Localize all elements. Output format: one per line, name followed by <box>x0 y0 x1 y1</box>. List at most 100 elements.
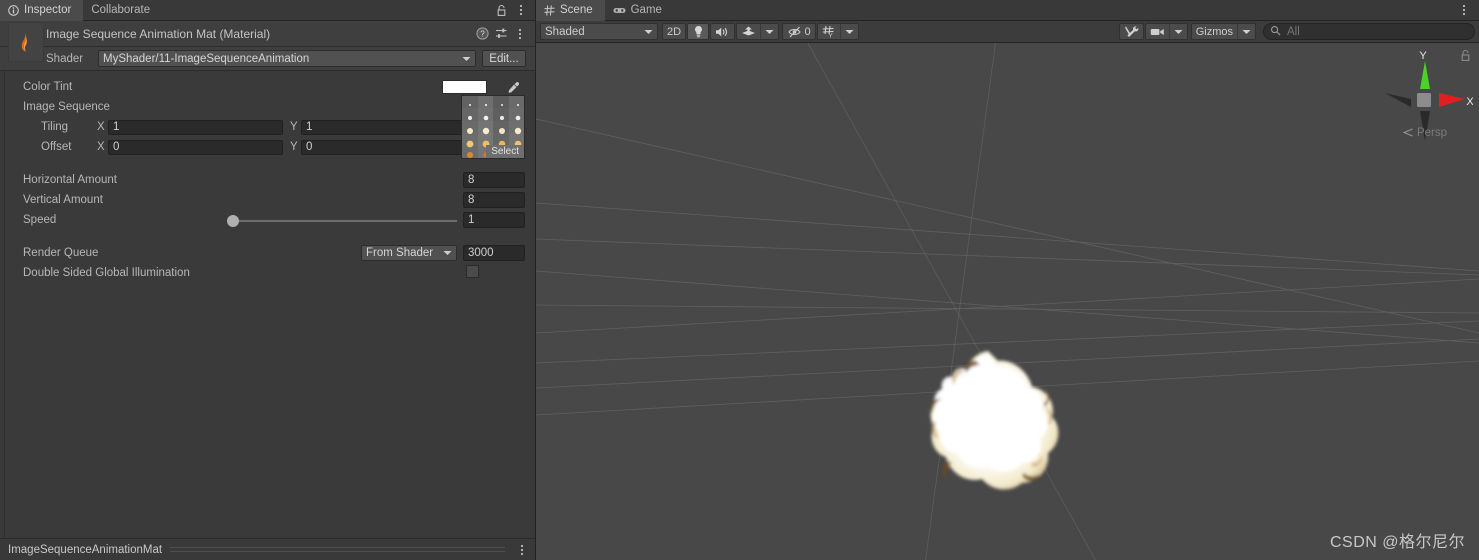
gamepad-icon <box>613 6 626 15</box>
chevron-down-icon[interactable] <box>1168 24 1187 39</box>
tab-game[interactable]: Game <box>605 0 674 20</box>
material-properties: Color Tint Image Sequence Select Tiling … <box>4 71 531 538</box>
offset-row: Offset X 0 Y 0 <box>5 137 531 157</box>
lightbulb-icon[interactable] <box>687 23 710 40</box>
shader-dropdown[interactable]: MyShader/11-ImageSequenceAnimation <box>98 50 476 67</box>
color-tint-label: Color Tint <box>23 81 73 93</box>
color-tint-row: Color Tint <box>5 77 531 97</box>
image-sequence-label: Image Sequence <box>23 101 110 113</box>
svg-text:Y: Y <box>828 32 833 38</box>
vertical-amount-input[interactable]: 8 <box>463 192 525 208</box>
more-menu-icon[interactable] <box>513 541 531 559</box>
tab-collaborate[interactable]: Collaborate <box>83 0 162 20</box>
offset-x-input[interactable]: 0 <box>108 139 283 155</box>
tab-inspector[interactable]: Inspector <box>0 0 84 21</box>
material-header-actions: ? <box>473 25 535 43</box>
material-header: Image Sequence Animation Mat (Material) … <box>0 21 535 47</box>
eye-off-icon <box>787 26 801 37</box>
grid-axis-icon[interactable]: Y <box>818 24 840 39</box>
watermark-text: CSDN @格尔尼尔 <box>1329 534 1465 551</box>
tools-icon[interactable] <box>1118 23 1144 40</box>
speed-slider-handle[interactable] <box>227 215 239 227</box>
shader-row: Shader MyShader/11-ImageSequenceAnimatio… <box>0 47 535 71</box>
offset-y-input[interactable]: 0 <box>301 139 476 155</box>
search-input[interactable] <box>1285 24 1455 39</box>
scene-search-field[interactable] <box>1263 23 1475 40</box>
chevron-down-icon[interactable] <box>840 24 858 39</box>
inspector-tabbar-actions <box>492 0 535 20</box>
preset-icon[interactable] <box>492 25 510 43</box>
chevron-down-icon <box>443 247 452 259</box>
chevron-down-icon <box>462 53 471 65</box>
grid-icon <box>544 4 555 16</box>
tab-game-label: Game <box>630 4 662 16</box>
chevron-down-icon[interactable] <box>1237 24 1255 39</box>
color-tint-swatch[interactable] <box>442 80 487 94</box>
tiling-y-input[interactable]: 1 <box>301 119 476 135</box>
toggle-2d-button[interactable]: 2D <box>662 23 687 40</box>
draw-mode-value: Shaded <box>545 25 585 38</box>
shader-label: Shader <box>46 52 84 65</box>
gizmo-axis-x-label: X <box>1466 96 1473 108</box>
edit-shader-button[interactable]: Edit... <box>482 50 526 67</box>
more-menu-icon[interactable] <box>512 1 530 19</box>
gizmo-center-cube <box>1417 93 1431 107</box>
tab-scene[interactable]: Scene <box>536 0 605 21</box>
chevron-down-icon[interactable] <box>760 24 778 39</box>
explosion-sprite <box>930 351 1059 490</box>
tiling-x-input[interactable]: 1 <box>108 119 283 135</box>
asset-divider <box>170 547 505 552</box>
lock-icon[interactable] <box>492 1 510 19</box>
double-sided-gi-checkbox[interactable] <box>466 265 479 278</box>
gizmos-label[interactable]: Gizmos <box>1192 24 1237 39</box>
horizontal-amount-input[interactable]: 8 <box>463 172 525 188</box>
scene-tabbar-actions <box>1455 0 1479 20</box>
tab-scene-label: Scene <box>560 4 593 16</box>
more-menu-icon[interactable] <box>1455 1 1473 19</box>
speed-row: Speed 1 <box>5 210 531 230</box>
asset-name-label: ImageSequenceAnimationMat <box>8 543 163 556</box>
more-menu-icon[interactable] <box>511 25 529 43</box>
render-queue-mode-value: From Shader <box>366 247 434 259</box>
speed-label: Speed <box>23 214 57 226</box>
eyedropper-icon[interactable] <box>503 79 523 95</box>
draw-mode-dropdown[interactable]: Shaded <box>540 23 658 40</box>
camera-icon[interactable] <box>1146 24 1169 39</box>
image-sequence-row: Image Sequence <box>5 97 531 117</box>
hidden-objects-button[interactable]: 0 <box>782 23 817 40</box>
info-icon <box>8 4 19 16</box>
gizmos-group[interactable]: Gizmos <box>1190 23 1256 40</box>
gizmo-projection-mode[interactable]: Persp <box>1402 127 1447 139</box>
render-queue-dropdown[interactable]: From Shader <box>361 245 457 261</box>
asset-footer-bar: ImageSequenceAnimationMat <box>0 538 535 560</box>
material-title: Image Sequence Animation Mat (Material) <box>46 26 271 41</box>
shader-dropdown-value: MyShader/11-ImageSequenceAnimation <box>103 52 310 65</box>
unity-editor-window: Inspector Collaborate Image Sequence Ani… <box>0 0 1479 560</box>
vertical-amount-row: Vertical Amount 8 <box>5 190 531 210</box>
tab-inspector-label: Inspector <box>24 4 72 16</box>
double-sided-gi-label: Double Sided Global Illumination <box>23 267 190 279</box>
grid-visibility-group[interactable]: Y <box>817 23 860 40</box>
scene-viewport[interactable]: Y X Persp CSDN @格尔尼尔 <box>536 43 1479 560</box>
speaker-icon[interactable] <box>710 23 736 40</box>
render-queue-label: Render Queue <box>23 247 99 259</box>
double-sided-gi-row: Double Sided Global Illumination <box>5 263 531 283</box>
render-queue-row: Render Queue From Shader 3000 <box>5 243 531 263</box>
tiling-row: Tiling X 1 Y 1 <box>5 117 531 137</box>
material-preview-thumbnail[interactable] <box>8 22 44 62</box>
offset-label: Offset <box>41 141 72 153</box>
speed-slider-track[interactable] <box>227 220 457 222</box>
fx-layers-icon[interactable] <box>737 24 760 39</box>
texture-select-button[interactable]: Select <box>486 145 524 158</box>
camera-settings-group[interactable] <box>1144 23 1188 40</box>
chevron-left-icon <box>1402 127 1417 139</box>
inspector-panel: Inspector Collaborate Image Sequence Ani… <box>0 0 536 560</box>
render-queue-input[interactable]: 3000 <box>463 245 525 261</box>
help-icon[interactable]: ? <box>473 25 491 43</box>
speed-input[interactable]: 1 <box>463 212 525 228</box>
effects-toggle-group[interactable] <box>736 23 780 40</box>
image-sequence-texture-field[interactable]: Select <box>461 95 525 159</box>
offset-y-axis-label: Y <box>290 141 298 153</box>
offset-x-axis-label: X <box>97 141 105 153</box>
hidden-objects-count: 0 <box>804 25 811 38</box>
